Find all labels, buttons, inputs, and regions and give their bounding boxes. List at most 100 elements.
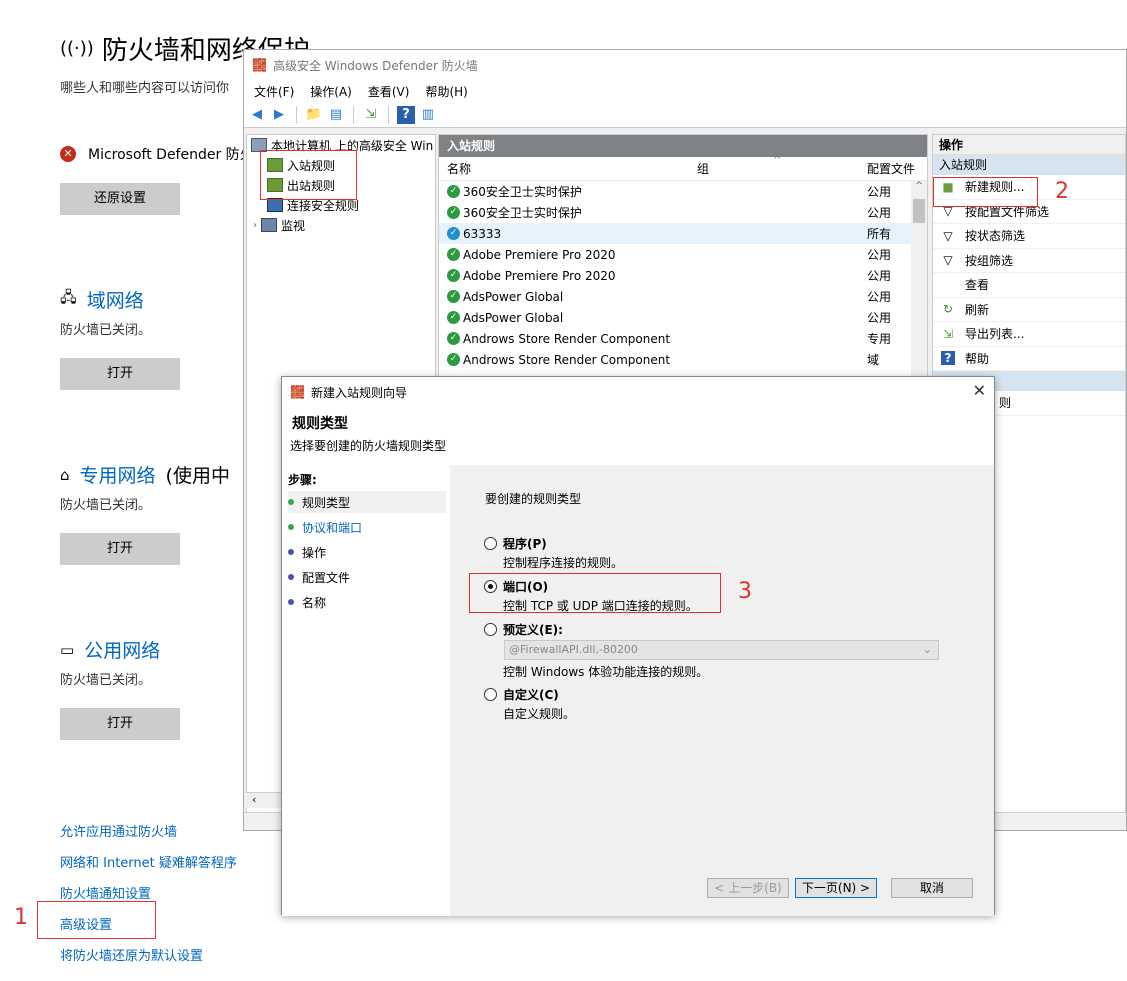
table-row[interactable]: ✓ Adobe Premiere Pro 2020 公用 (439, 265, 927, 286)
up-folder-icon[interactable]: 📁 (305, 106, 323, 124)
table-row[interactable]: ✓ 360安全卫士实时保护 公用 (439, 202, 927, 223)
mmc-title-bar: 🧱 高级安全 Windows Defender 防火墙 (244, 50, 1126, 80)
table-row[interactable]: ✓ AdsPower Global 公用 (439, 286, 927, 307)
toolbar-separator (296, 105, 297, 124)
column-profile[interactable]: 配置文件 (867, 160, 915, 177)
restore-settings-button[interactable]: 还原设置 (60, 183, 180, 215)
wizard-description: 选择要创建的防火墙规则类型 (290, 439, 447, 453)
menu-file[interactable]: 文件(F) (254, 83, 294, 100)
scroll-thumb[interactable] (913, 199, 925, 223)
step-protocol-ports[interactable]: 协议和端口 (288, 516, 446, 538)
custom-radio[interactable] (484, 688, 497, 701)
show-action-pane-icon[interactable]: ▥ (419, 106, 437, 124)
next-button[interactable]: 下一页(N) > (795, 878, 877, 898)
sort-up-icon: ^ (773, 155, 782, 166)
annotation-number-3: 3 (738, 579, 752, 604)
chevron-right-icon[interactable]: › (253, 220, 257, 231)
page-subtitle: 哪些人和哪些内容可以访问你 (60, 81, 230, 96)
action-refresh[interactable]: ↻ 刷新 (933, 298, 1125, 322)
step-action[interactable]: 操作 (288, 541, 446, 563)
step-bullet-icon (288, 524, 294, 530)
toolbar-separator (353, 105, 354, 124)
menu-view[interactable]: 查看(V) (368, 83, 410, 100)
private-network-icon: ⌂ (60, 465, 70, 484)
option-program[interactable]: 程序(P) 控制程序连接的规则。 (484, 535, 623, 571)
firewall-app-icon: 🧱 (290, 385, 305, 399)
enabled-check-icon: ✓ (447, 206, 460, 219)
back-button[interactable]: < 上一步(B) (707, 878, 789, 898)
enabled-check-icon: ✓ (447, 269, 460, 282)
tree-item-monitor[interactable]: › 监视 (247, 215, 435, 235)
action-filter-state[interactable]: ▽ 按状态筛选 (933, 224, 1125, 249)
enabled-check-icon: ✓ (447, 290, 460, 303)
action-export-list[interactable]: ⇲ 导出列表... (933, 322, 1125, 347)
step-rule-type[interactable]: 规则类型 (288, 491, 446, 513)
actions-section-inbound[interactable]: 入站规则 (933, 155, 1125, 175)
step-bullet-icon (288, 499, 294, 505)
enabled-check-icon: ✓ (447, 227, 460, 240)
show-hide-tree-icon[interactable]: ▤ (327, 106, 345, 124)
firewall-app-icon: 🧱 (252, 58, 267, 72)
domain-network-status: 防火墙已关闭。 (60, 323, 152, 338)
wizard-heading: 规则类型 (292, 416, 348, 432)
export-icon: ⇲ (942, 326, 954, 341)
table-row[interactable]: ✓ Adobe Premiere Pro 2020 公用 (439, 244, 927, 265)
column-name[interactable]: 名称 (447, 160, 471, 177)
table-row[interactable]: ✓ 360安全卫士实时保护 公用 (439, 181, 927, 202)
public-turn-on-button[interactable]: 打开 (60, 708, 180, 740)
rules-list: ✓ 360安全卫士实时保护 公用 ✓ 360安全卫士实时保护 公用 ✓ 63333 所有 ✓… (439, 181, 927, 370)
help-icon[interactable]: ? (397, 105, 415, 124)
predefined-description: 控制 Windows 体验功能连接的规则。 (503, 665, 709, 679)
private-turn-on-button[interactable]: 打开 (60, 533, 180, 565)
refresh-icon: ↻ (942, 302, 954, 317)
step-name[interactable]: 名称 (288, 591, 446, 613)
public-network-heading[interactable]: ▭ 公用网络 (60, 636, 160, 663)
column-group[interactable]: 组 (697, 160, 709, 177)
error-icon: ✕ (60, 146, 76, 162)
action-help[interactable]: ? 帮助 (933, 347, 1125, 371)
domain-turn-on-button[interactable]: 打开 (60, 358, 180, 390)
back-arrow-icon[interactable]: ◀ (248, 106, 266, 124)
option-predefined[interactable]: 预定义(E): (484, 621, 563, 638)
domain-network-heading[interactable]: 🖧 域网络 (60, 286, 144, 313)
program-radio[interactable] (484, 537, 497, 550)
menu-action[interactable]: 操作(A) (310, 83, 352, 100)
annotation-box-3 (469, 573, 721, 613)
help-icon: ? (941, 351, 955, 366)
notification-settings-link[interactable]: 防火墙通知设置 (60, 883, 151, 902)
public-network-icon: ▭ (60, 640, 75, 659)
menu-help[interactable]: 帮助(H) (425, 83, 467, 100)
option-custom[interactable]: 自定义(C) 自定义规则。 (484, 686, 575, 722)
mmc-menu-bar: 文件(F) 操作(A) 查看(V) 帮助(H) (244, 80, 1126, 102)
rules-pane-header: 入站规则 (439, 135, 927, 157)
predefined-radio[interactable] (484, 623, 497, 636)
table-row[interactable]: ✓ 63333 所有 (439, 223, 927, 244)
table-row[interactable]: ✓ Androws Store Render Component 专用 (439, 328, 927, 349)
step-profile[interactable]: 配置文件 (288, 566, 446, 588)
predefined-select[interactable]: @FirewallAPI.dll,-80200 ⌄ (504, 640, 939, 660)
action-filter-group[interactable]: ▽ 按组筛选 (933, 249, 1125, 273)
connection-security-icon (267, 198, 283, 212)
actions-header: 操作 (933, 135, 1125, 155)
annotation-number-2: 2 (1055, 179, 1069, 204)
table-row[interactable]: ✓ AdsPower Global 公用 (439, 307, 927, 328)
wifi-antenna-icon: ((·)) (60, 38, 94, 59)
table-row[interactable]: ✓ Androws Store Render Component 域 (439, 349, 927, 370)
enabled-check-icon: ✓ (447, 248, 460, 261)
forward-arrow-icon[interactable]: ▶ (270, 106, 288, 124)
cancel-button[interactable]: 取消 (891, 878, 973, 898)
scroll-up-icon[interactable]: ^ (911, 181, 927, 191)
close-icon[interactable]: ✕ (973, 381, 986, 400)
filter-icon: ▽ (943, 228, 953, 243)
action-view[interactable]: 查看 (933, 273, 1125, 298)
private-network-heading[interactable]: ⌂ 专用网络 (使用中 (60, 461, 230, 488)
troubleshooter-link[interactable]: 网络和 Internet 疑难解答程序 (60, 852, 237, 871)
defender-status: ✕ Microsoft Defender 防火 (60, 144, 254, 164)
export-list-icon[interactable]: ⇲ (362, 106, 380, 124)
annotation-box-1 (37, 901, 156, 939)
wizard-title-bar: 🧱 新建入站规则向导 (290, 385, 407, 400)
enabled-check-icon: ✓ (447, 353, 460, 366)
restore-defaults-link[interactable]: 将防火墙还原为默认设置 (60, 945, 203, 964)
allow-app-link[interactable]: 允许应用通过防火墙 (60, 821, 177, 840)
annotation-number-1: 1 (14, 905, 28, 930)
